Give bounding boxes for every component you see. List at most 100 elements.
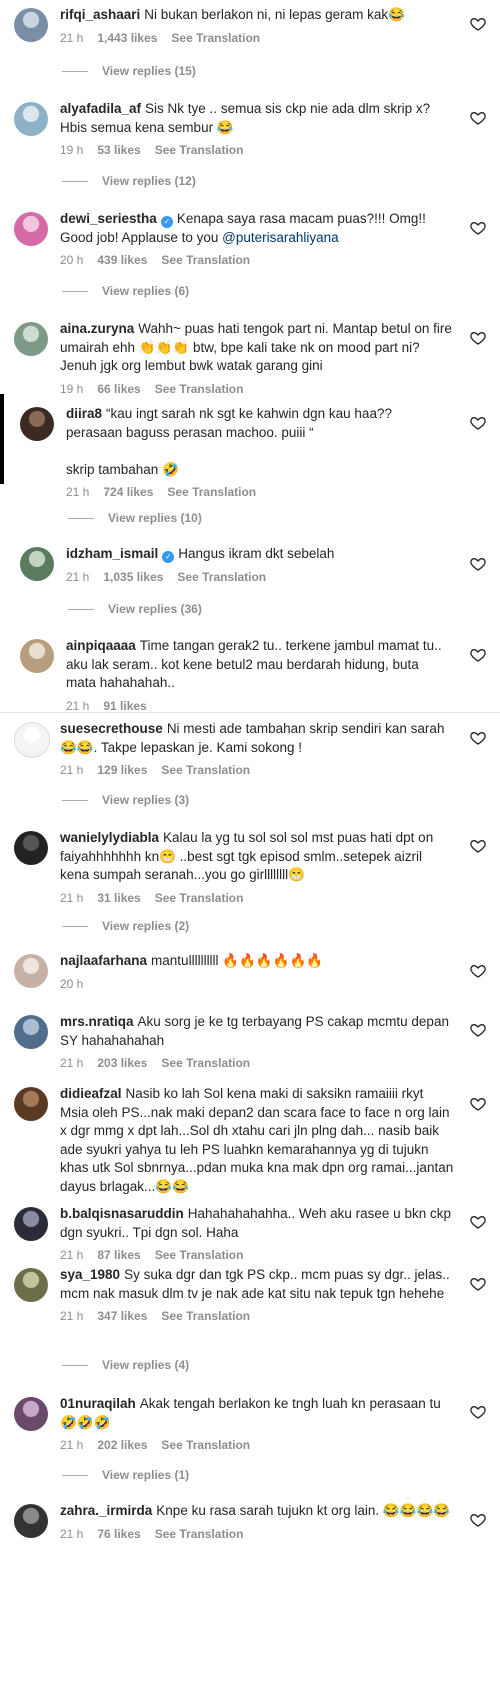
likes-count[interactable]: 202 likes <box>97 1438 147 1452</box>
avatar[interactable] <box>14 954 48 988</box>
likes-count[interactable]: 53 likes <box>97 143 140 157</box>
likes-count[interactable]: 87 likes <box>97 1248 140 1262</box>
see-translation-link[interactable]: See Translation <box>155 1527 244 1541</box>
like-heart-icon[interactable] <box>470 1214 486 1230</box>
avatar[interactable] <box>14 1015 48 1049</box>
view-replies-button[interactable]: View replies (12) <box>62 174 196 188</box>
replies-divider-line <box>62 71 88 73</box>
like-heart-icon[interactable] <box>470 1404 486 1420</box>
comment-meta: 21 h 129 likes See Translation <box>60 761 454 780</box>
see-translation-link[interactable]: See Translation <box>155 382 244 396</box>
see-translation-link[interactable]: See Translation <box>161 1056 250 1070</box>
username[interactable]: wanielylydiabla <box>60 830 159 845</box>
username[interactable]: b.balqisnasaruddin <box>60 1206 184 1221</box>
like-heart-icon[interactable] <box>470 220 486 236</box>
username[interactable]: suesecrethouse <box>60 721 163 736</box>
comment-text: Hangus ikram dkt sebelah <box>178 546 335 561</box>
username[interactable]: sya_1980 <box>60 1267 120 1282</box>
username[interactable]: idzham_ismail <box>66 546 158 561</box>
like-heart-icon[interactable] <box>470 647 486 663</box>
likes-count[interactable]: 129 likes <box>97 763 147 777</box>
username[interactable]: ainpiqaaaa <box>66 638 136 653</box>
avatar[interactable] <box>20 407 54 441</box>
replies-divider-line <box>68 518 94 520</box>
avatar[interactable] <box>20 639 54 673</box>
see-translation-link[interactable]: See Translation <box>155 1248 244 1262</box>
username[interactable]: aina.zuryna <box>60 321 134 336</box>
username[interactable]: dewi_seriestha <box>60 211 157 226</box>
see-translation-link[interactable]: See Translation <box>161 763 250 777</box>
view-replies-label: View replies (1) <box>102 1468 190 1482</box>
likes-count[interactable]: 203 likes <box>97 1056 147 1070</box>
avatar[interactable] <box>14 102 48 136</box>
likes-count[interactable]: 1,443 likes <box>97 31 157 45</box>
likes-count[interactable]: 66 likes <box>97 382 140 396</box>
like-heart-icon[interactable] <box>470 415 486 431</box>
comment-text-line: wanielylydiabla Kalau la yg tu sol sol so… <box>60 829 454 885</box>
see-translation-link[interactable]: See Translation <box>161 1309 250 1323</box>
username[interactable]: rifqi_ashaari <box>60 7 140 22</box>
replies-divider-line <box>62 181 88 183</box>
like-heart-icon[interactable] <box>470 16 486 32</box>
view-replies-button[interactable]: View replies (6) <box>62 284 189 298</box>
view-replies-button[interactable]: View replies (36) <box>68 602 202 616</box>
likes-count[interactable]: 724 likes <box>103 485 153 499</box>
view-replies-button[interactable]: View replies (10) <box>68 511 202 525</box>
like-heart-icon[interactable] <box>470 1096 486 1112</box>
username[interactable]: didieafzal <box>60 1086 122 1101</box>
like-heart-icon[interactable] <box>470 1022 486 1038</box>
likes-count[interactable]: 1,035 likes <box>103 570 163 584</box>
like-heart-icon[interactable] <box>470 1276 486 1292</box>
see-translation-link[interactable]: See Translation <box>177 570 266 584</box>
see-translation-link[interactable]: See Translation <box>167 485 256 499</box>
like-heart-icon[interactable] <box>470 838 486 854</box>
view-replies-button[interactable]: View replies (1) <box>62 1468 189 1482</box>
mention-link[interactable]: @puterisarahliyana <box>222 230 339 245</box>
likes-count[interactable]: 439 likes <box>97 253 147 267</box>
avatar[interactable] <box>20 547 54 581</box>
likes-count[interactable]: 76 likes <box>97 1527 140 1541</box>
avatar[interactable] <box>14 1397 48 1431</box>
username[interactable]: zahra._irmirda <box>60 1503 152 1518</box>
like-heart-icon[interactable] <box>470 110 486 126</box>
view-replies-label: View replies (15) <box>102 64 196 78</box>
like-heart-icon[interactable] <box>470 1512 486 1528</box>
view-replies-button[interactable]: View replies (3) <box>62 793 189 807</box>
avatar[interactable] <box>14 722 50 758</box>
like-heart-icon[interactable] <box>470 730 486 746</box>
comment-body: aina.zuryna Wahh~ puas hati tengok part n… <box>60 320 454 398</box>
view-replies-button[interactable]: View replies (4) <box>62 1358 189 1372</box>
likes-count[interactable]: 347 likes <box>97 1309 147 1323</box>
avatar[interactable] <box>14 1207 48 1241</box>
avatar[interactable] <box>14 1268 48 1302</box>
username[interactable]: diira8 <box>66 406 102 421</box>
see-translation-link[interactable]: See Translation <box>161 253 250 267</box>
avatar[interactable] <box>14 831 48 865</box>
username[interactable]: alyafadila_af <box>60 101 141 116</box>
username[interactable]: mrs.nratiqa <box>60 1014 134 1029</box>
like-heart-icon[interactable] <box>470 963 486 979</box>
avatar[interactable] <box>14 212 48 246</box>
avatar[interactable] <box>14 1087 48 1121</box>
comment-meta: 21 h 87 likes See Translation <box>60 1246 454 1265</box>
like-heart-icon[interactable] <box>470 330 486 346</box>
see-translation-link[interactable]: See Translation <box>155 143 244 157</box>
avatar[interactable] <box>14 322 48 356</box>
see-translation-link[interactable]: See Translation <box>155 891 244 905</box>
comment-meta: 21 h 347 likes See Translation <box>60 1307 454 1326</box>
avatar[interactable] <box>14 1504 48 1538</box>
comment-meta: 21 h 203 likes See Translation <box>60 1054 454 1073</box>
username[interactable]: najlaafarhana <box>60 953 147 968</box>
view-replies-button[interactable]: View replies (2) <box>62 919 189 933</box>
see-translation-link[interactable]: See Translation <box>171 31 260 45</box>
likes-count[interactable]: 91 likes <box>103 699 146 713</box>
likes-count[interactable]: 31 likes <box>97 891 140 905</box>
timestamp: 20 h <box>60 253 84 267</box>
see-translation-link[interactable]: See Translation <box>161 1438 250 1452</box>
comment-meta: 21 h 202 likes See Translation <box>60 1436 454 1455</box>
avatar[interactable] <box>14 8 48 42</box>
username[interactable]: 01nuraqilah <box>60 1396 136 1411</box>
like-heart-icon[interactable] <box>470 556 486 572</box>
comment-meta: 21 h 31 likes See Translation <box>60 889 454 908</box>
view-replies-button[interactable]: View replies (15) <box>62 64 196 78</box>
